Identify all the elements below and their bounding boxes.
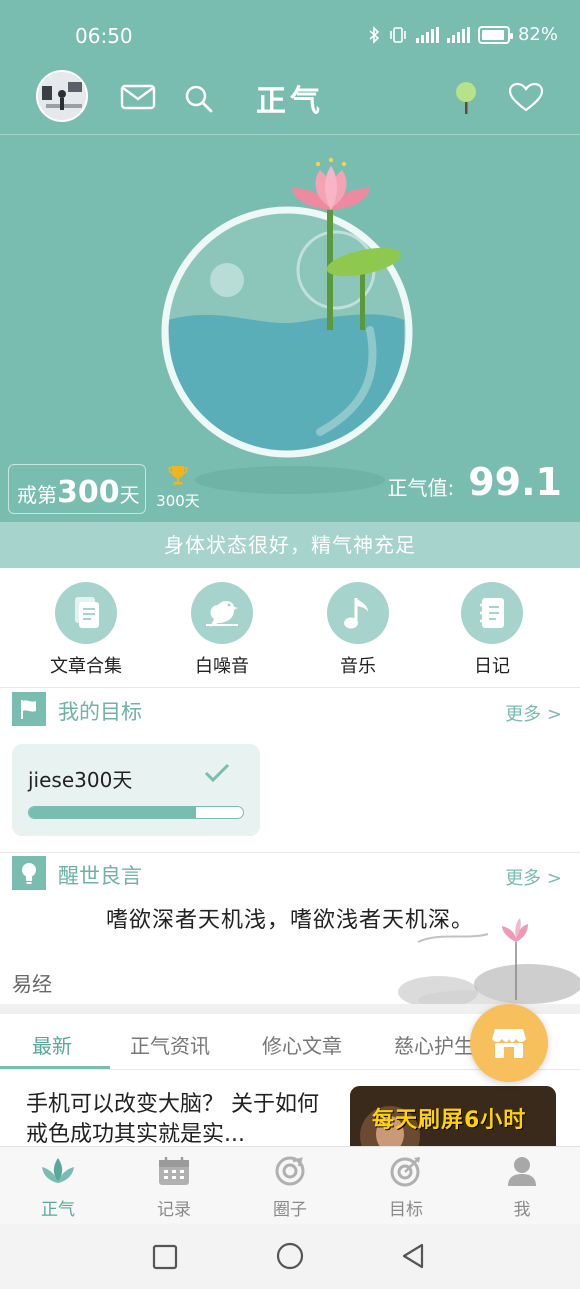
app-header: 正气	[0, 70, 580, 134]
lightbulb-icon	[12, 856, 46, 890]
status-bar: 06:50 82%	[0, 0, 580, 70]
music-note-icon	[327, 582, 389, 644]
quote-more-link[interactable]: 更多 >	[505, 864, 562, 890]
quote-title: 醒世良言	[58, 864, 142, 888]
diary-icon	[461, 582, 523, 644]
goal-card[interactable]: jiese300天	[12, 744, 260, 836]
tree-icon[interactable]	[454, 80, 478, 116]
article-thumb-text: 每天刷屏6小时	[372, 1108, 527, 1133]
vibrate-icon	[390, 26, 406, 43]
shop-fab-button[interactable]	[470, 1004, 548, 1082]
tab-active-indicator	[0, 1066, 110, 1069]
bottom-nav: 正气 记录 圈子 目标 我	[0, 1146, 580, 1224]
tab-latest[interactable]: 最新	[32, 1030, 72, 1059]
battery-icon	[477, 25, 513, 44]
circle-icon	[275, 1156, 305, 1186]
shortcut-articles[interactable]: 文章合集	[26, 582, 146, 678]
tab-mind-articles[interactable]: 修心文章	[262, 1030, 342, 1059]
bluetooth-icon	[369, 25, 380, 44]
nav-me[interactable]: 我	[464, 1155, 580, 1220]
tab-zhengqi-news[interactable]: 正气资讯	[130, 1030, 210, 1059]
ink-lotus-illustration	[398, 918, 580, 1006]
goal-name: jiese300天	[28, 768, 133, 792]
lotus-globe-illustration	[161, 157, 413, 494]
flag-icon	[12, 692, 46, 726]
signal-4g-2-icon	[446, 26, 470, 43]
home-button[interactable]	[276, 1242, 304, 1270]
target-icon	[390, 1157, 420, 1187]
trophy-icon	[168, 466, 188, 485]
header-divider	[0, 134, 580, 135]
article-icon	[55, 582, 117, 644]
quote-header: 醒世良言 更多 >	[0, 854, 580, 894]
shortcut-diary[interactable]: 日记	[432, 582, 552, 678]
bird-icon	[191, 582, 253, 644]
back-button[interactable]	[400, 1242, 426, 1270]
goals-more-link[interactable]: 更多 >	[505, 700, 562, 726]
zhengqi-value: 正气值: 99.1	[387, 460, 562, 504]
article-title: 手机可以改变大脑？ 关于如何戒色成功其实就是实...	[26, 1092, 319, 1147]
goal-progress-fill	[29, 807, 196, 818]
quote-source: 易经	[12, 972, 52, 996]
nav-records[interactable]: 记录	[116, 1155, 232, 1220]
goal-progress-bar	[28, 806, 244, 819]
zhengqi-value-number: 99.1	[468, 460, 562, 504]
status-time: 06:50	[75, 24, 133, 48]
heart-icon[interactable]	[508, 82, 544, 112]
status-icons: 82%	[368, 24, 558, 45]
calendar-icon	[159, 1157, 189, 1185]
goals-title: 我的目标	[58, 700, 142, 724]
recent-apps-button[interactable]	[152, 1244, 178, 1270]
quit-days-number: 300	[57, 475, 120, 510]
nav-circle[interactable]: 圈子	[232, 1155, 348, 1220]
lotus-icon	[42, 1158, 74, 1183]
shortcut-white-noise[interactable]: 白噪音	[162, 582, 282, 678]
shop-icon	[492, 1029, 526, 1058]
quit-days-counter: 戒第 300 天	[8, 464, 146, 514]
user-icon	[508, 1157, 536, 1186]
article-item[interactable]: 手机可以改变大脑？ 关于如何戒色成功其实就是实... 每天刷屏6小时	[0, 1072, 580, 1148]
body-state-banner: 身体状态很好，精气神充足	[0, 522, 580, 568]
shortcut-row: 文章合集 白噪音 音乐 日记	[0, 568, 580, 688]
system-nav-bar	[0, 1224, 580, 1289]
nav-goals[interactable]: 目标	[348, 1155, 464, 1220]
nav-zhengqi[interactable]: 正气	[0, 1155, 116, 1220]
check-icon	[204, 763, 230, 783]
signal-4g-icon	[415, 26, 439, 43]
page-title: 正气	[256, 84, 324, 119]
hero-area: 06:50 82% 正气 戒第 300 天 300天 正气值: 99.1	[0, 0, 580, 522]
shortcut-music[interactable]: 音乐	[298, 582, 418, 678]
trophy-badge[interactable]: 300天	[154, 464, 202, 511]
tab-compassion[interactable]: 慈心护生	[394, 1030, 474, 1059]
article-thumbnail: 每天刷屏6小时	[350, 1086, 556, 1148]
trophy-label: 300天	[156, 492, 200, 510]
battery-percent: 82%	[517, 24, 558, 45]
goals-header: 我的目标 更多 >	[0, 690, 580, 730]
section-divider	[0, 852, 580, 853]
